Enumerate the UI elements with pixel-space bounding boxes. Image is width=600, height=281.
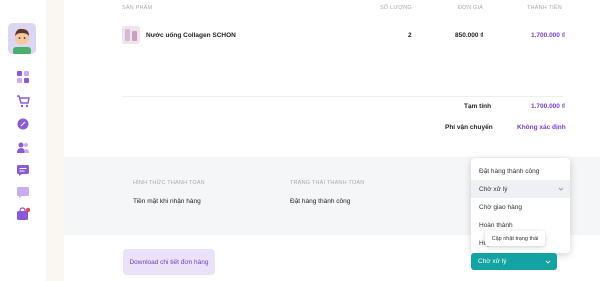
avatar[interactable]: [8, 23, 36, 54]
order-status-selected-value: Chờ xử lý: [478, 258, 507, 265]
status-option-pending-label: Chờ xử lý: [479, 185, 508, 193]
cart-icon[interactable]: [16, 94, 30, 108]
divider: [122, 96, 564, 97]
chevron-down-icon: [558, 187, 564, 191]
order-status-select[interactable]: Chờ xử lý: [471, 253, 557, 270]
dashboard-icon[interactable]: [16, 70, 30, 84]
payment-status-header: TRẠNG THÁI THANH TOÁN: [290, 180, 365, 186]
product-name[interactable]: Nước uống Collagen SCHON: [146, 32, 236, 39]
col-header-product: SẢN PHẨM: [122, 5, 153, 11]
col-header-quantity: SỐ LƯỢNG: [380, 5, 412, 11]
product-unit-price: 850.000 ₫: [455, 32, 484, 39]
order-detail-panel: SẢN PHẨM SỐ LƯỢNG ĐƠN GIÁ THÀNH TIỀN Nướ…: [64, 0, 600, 281]
chevron-down-icon: [545, 260, 551, 264]
download-order-button[interactable]: Download chi tiết đơn hàng: [123, 249, 215, 275]
payment-method-value: Tiền mặt khi nhận hàng: [133, 198, 201, 205]
sidebar-divider: [46, 0, 64, 281]
shipping-label: Phí vận chuyển: [445, 124, 493, 131]
update-status-tooltip: Cập nhật trạng thái: [485, 231, 545, 246]
subtotal-label: Tạm tính: [464, 103, 492, 110]
sidebar: [0, 0, 46, 281]
payment-method-header: HÌNH THỨC THANH TOÁN: [133, 180, 205, 186]
product-total: 1.700.000 ₫: [531, 32, 566, 39]
status-option-pending[interactable]: Chờ xử lý: [471, 180, 570, 198]
message-icon[interactable]: [16, 163, 30, 177]
notification-dot: [25, 207, 30, 213]
users-icon[interactable]: [16, 140, 30, 154]
product-thumbnail: [122, 26, 140, 44]
status-option-placed[interactable]: Đặt hàng thành công: [471, 162, 570, 180]
chat-icon[interactable]: [16, 185, 30, 199]
payment-status-value: Đặt hàng thành công: [290, 198, 351, 205]
subtotal-value: 1.700.000 ₫: [531, 103, 566, 110]
product-quantity: 2: [408, 32, 412, 39]
bag-icon[interactable]: [16, 207, 30, 221]
col-header-unit-price: ĐƠN GIÁ: [458, 5, 484, 11]
col-header-total: THÀNH TIỀN: [527, 5, 562, 11]
tag-icon[interactable]: [16, 117, 30, 131]
avatar-illustration: [8, 23, 36, 54]
product-image: [122, 26, 140, 44]
status-option-shipping[interactable]: Chờ giao hàng: [471, 198, 570, 216]
shipping-value: Không xác định: [517, 124, 566, 131]
